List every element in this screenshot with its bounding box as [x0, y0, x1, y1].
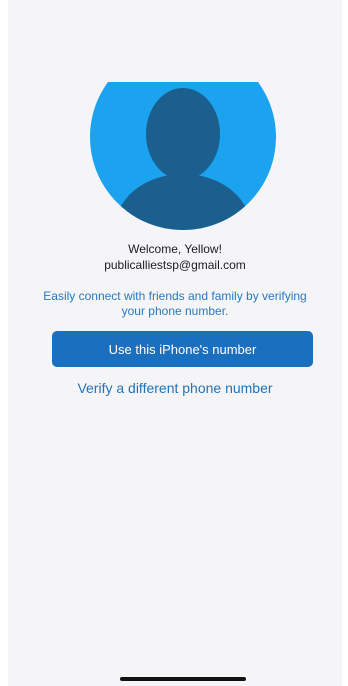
avatar-circle — [90, 82, 276, 230]
avatar — [90, 82, 276, 230]
verify-phone-screen: Welcome, Yellow! publicalliestsp@gmail.c… — [8, 0, 342, 686]
info-text: Easily connect with friends and family b… — [43, 289, 307, 318]
home-indicator[interactable] — [120, 677, 246, 681]
verify-different-number-link[interactable]: Verify a different phone number — [8, 380, 342, 396]
person-silhouette-icon — [118, 88, 248, 230]
welcome-title: Welcome, Yellow! — [128, 242, 222, 256]
account-email: publicalliestsp@gmail.com — [104, 258, 246, 272]
use-iphone-number-button[interactable]: Use this iPhone's number — [52, 331, 313, 367]
